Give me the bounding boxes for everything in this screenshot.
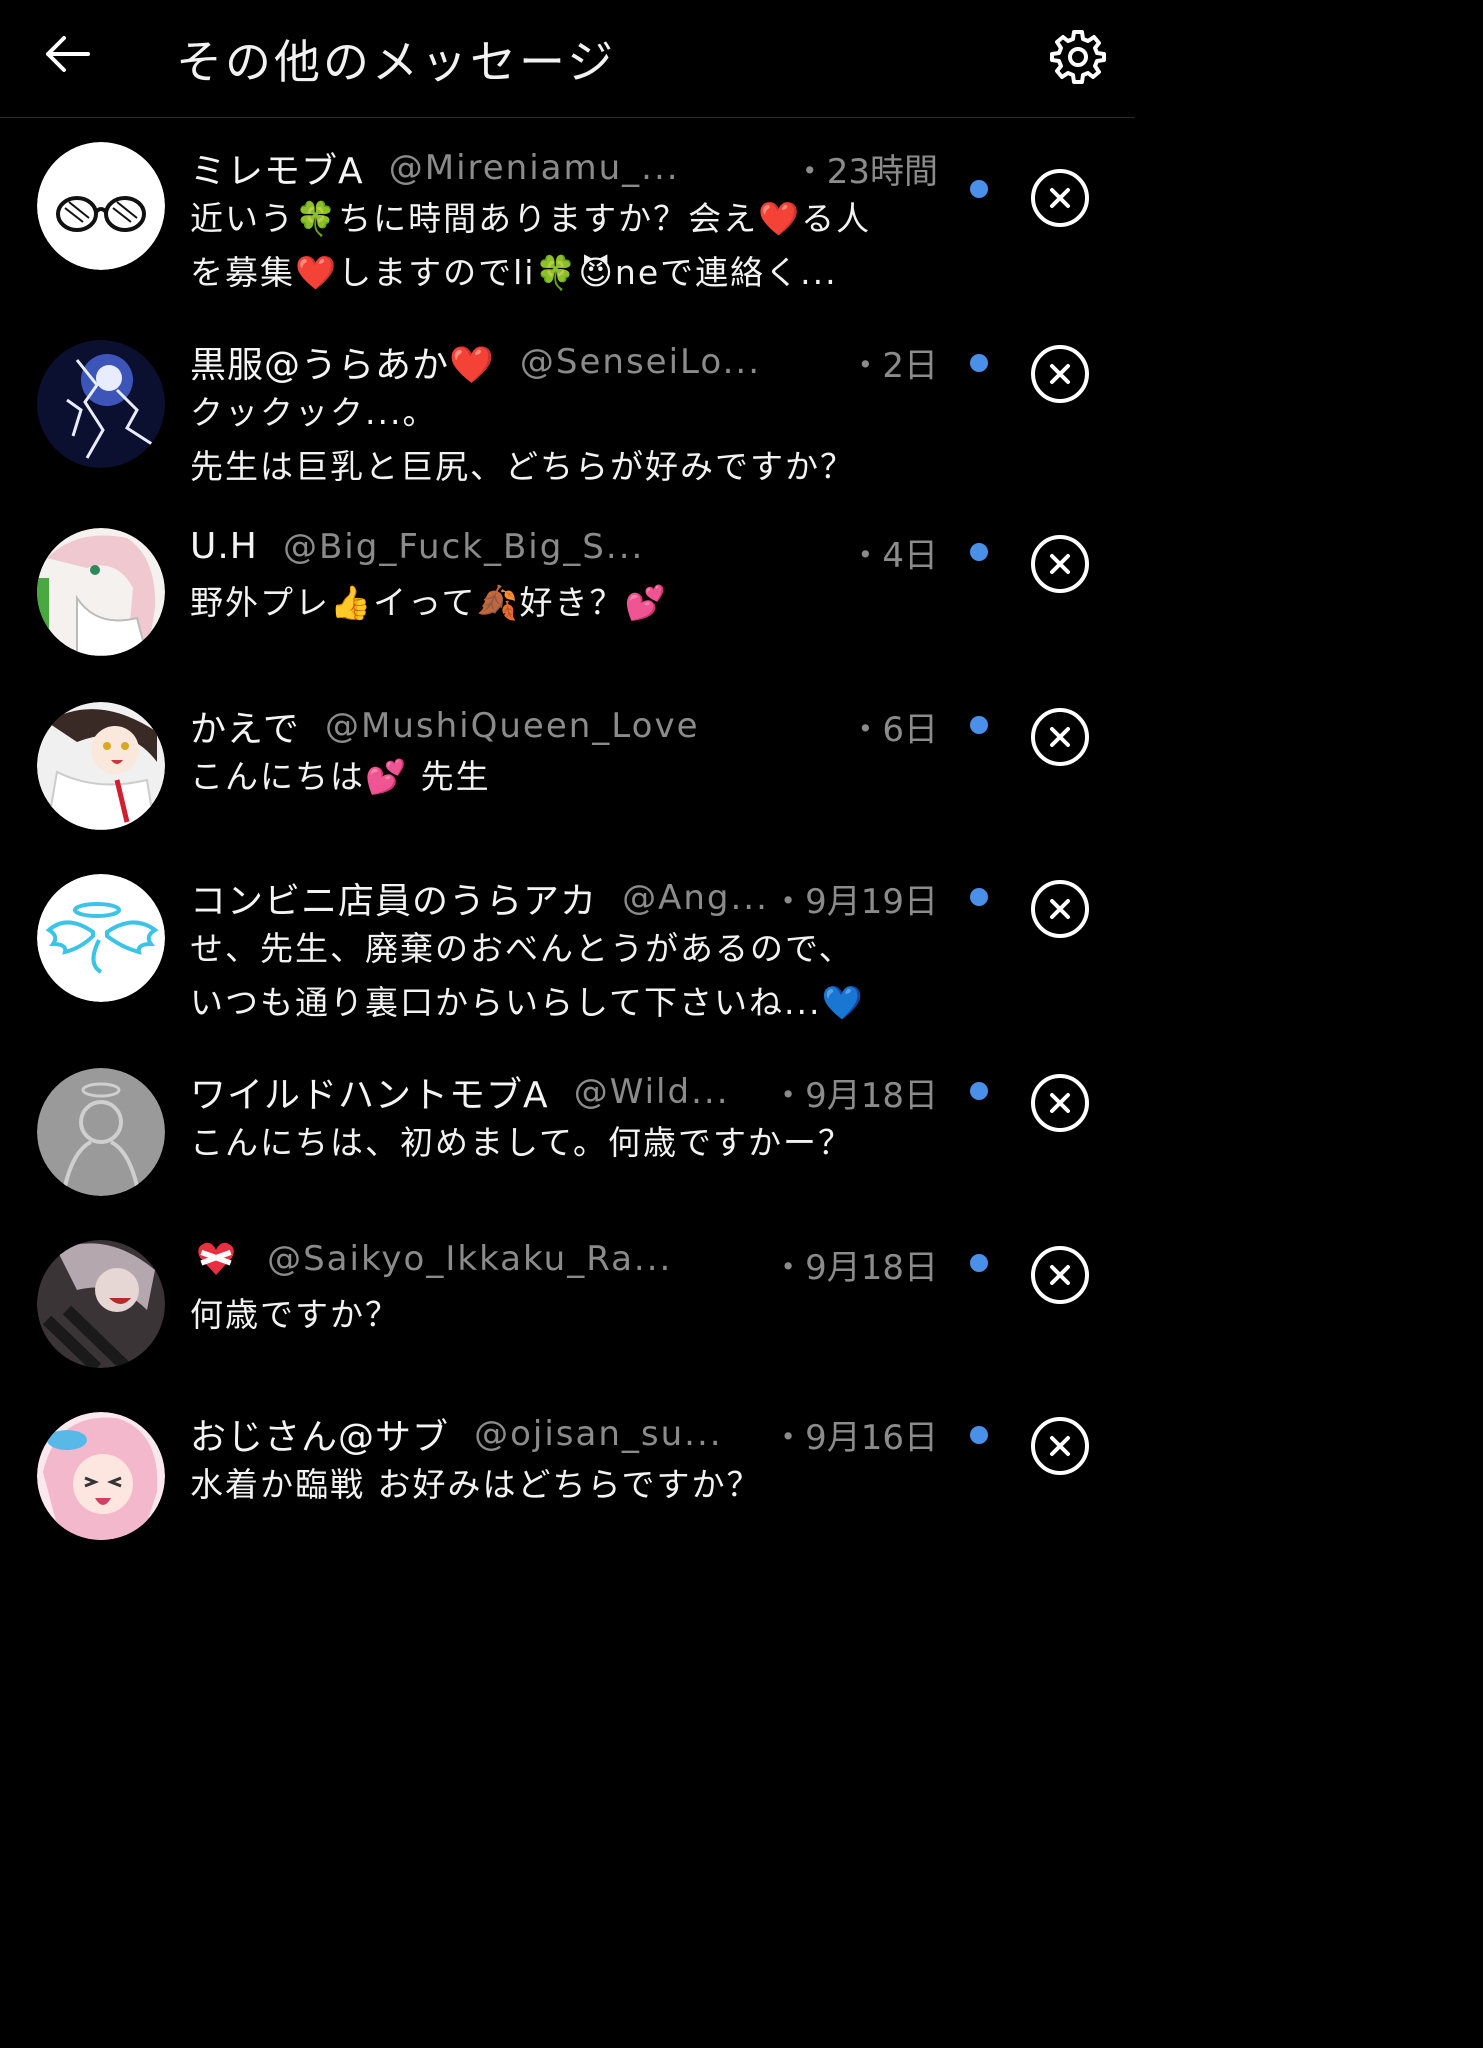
sender-name: かえで: [190, 709, 300, 750]
unread-dot: [970, 1426, 988, 1444]
anime-girl-avatar-icon: [37, 702, 165, 830]
message-time: ・9月18日: [765, 1240, 938, 1288]
glasses-avatar-icon: [37, 142, 165, 270]
close-circle-icon[interactable]: [1030, 1245, 1090, 1305]
unread-dot: [970, 180, 988, 198]
bandaged-heart-icon: [198, 1242, 234, 1275]
unread-dot: [970, 354, 988, 372]
message-time: ・4日: [842, 528, 938, 576]
message-preview-line: せ、先生、廃棄のおべんとうがあるので、: [190, 929, 854, 968]
sender-handle: @Wild...: [573, 1072, 730, 1112]
message-time: ・9月19日: [765, 874, 938, 922]
close-circle-icon[interactable]: [1030, 1416, 1090, 1476]
sender-handle: @Ang...: [622, 878, 769, 918]
anime-girl-avatar-icon: [37, 528, 165, 656]
message-preview-line: こんにちは、初めまして。何歳ですかー？: [190, 1123, 854, 1162]
sender-handle: @MushiQueen_Love: [325, 706, 700, 746]
message-time: ・2日: [842, 338, 938, 386]
avatar[interactable]: [37, 528, 165, 656]
message-preview-line: 何歳ですか？: [190, 1295, 400, 1334]
sender-name: おじさん@サブ: [190, 1417, 450, 1458]
anime-girl-avatar-icon: [37, 1412, 165, 1540]
sender-handle: @Big_Fuck_Big_S...: [282, 526, 645, 567]
sender-handle: @Mireniamu_...: [388, 148, 680, 188]
message-preview-line: 先生は巨乳と巨尻、どちらが好みですか？: [190, 447, 855, 486]
avatar[interactable]: [37, 1068, 165, 1196]
sender-name: ミレモブA: [190, 151, 364, 192]
avatar[interactable]: [37, 1240, 165, 1368]
sender-name: 黒服@うらあか❤️: [190, 345, 495, 386]
page-title: その他のメッセージ: [176, 35, 617, 89]
message-time: ・23時間: [786, 144, 938, 192]
sender-name: コンビニ店員のうらアカ: [190, 881, 598, 922]
anime-girl-avatar-icon: [37, 1240, 165, 1368]
unread-dot: [970, 888, 988, 906]
sender-name: ワイルドハントモブA: [190, 1075, 549, 1116]
close-circle-icon[interactable]: [1030, 344, 1090, 404]
avatar[interactable]: [37, 340, 165, 468]
lightning-avatar-icon: [37, 340, 165, 468]
sender-name: U.H: [190, 526, 258, 567]
settings-gear-icon[interactable]: [1050, 28, 1106, 84]
angel-wings-avatar-icon: [37, 874, 165, 1002]
message-preview-line: クックック...。: [190, 393, 438, 432]
unread-dot: [970, 716, 988, 734]
close-circle-icon[interactable]: [1030, 534, 1090, 594]
sender-handle: @ojisan_su...: [474, 1414, 723, 1454]
message-preview-line: 水着か臨戦 お好みはどちらですか？: [190, 1465, 762, 1504]
message-preview-line: 近いう🍀ちに時間ありますか？会え❤️る人: [190, 199, 872, 238]
unread-dot: [970, 1254, 988, 1272]
message-time: ・9月16日: [765, 1410, 938, 1458]
close-circle-icon[interactable]: [1030, 1073, 1090, 1133]
close-circle-icon[interactable]: [1030, 168, 1090, 228]
top-bar: その他のメッセージ: [0, 0, 1135, 118]
message-time: ・6日: [842, 702, 938, 750]
avatar[interactable]: [37, 1412, 165, 1540]
avatar[interactable]: [37, 142, 165, 270]
message-preview-line: こんにちは💕 先生: [190, 757, 491, 796]
message-preview-line: を募集❤️しますのでli🍀😈neで連絡く...: [190, 253, 838, 292]
close-circle-icon[interactable]: [1030, 707, 1090, 767]
unread-dot: [970, 543, 988, 561]
unread-dot: [970, 1082, 988, 1100]
message-preview-line: 野外プレ👍イって🍂好き？💕: [190, 583, 668, 622]
sender-handle: @SenseiLo...: [519, 342, 762, 382]
back-arrow-icon[interactable]: [40, 30, 92, 78]
avatar[interactable]: [37, 874, 165, 1002]
default-profile-avatar-icon: [37, 1068, 165, 1196]
message-preview-line: いつも通り裏口からいらして下さいね...💙: [190, 983, 865, 1022]
message-time: ・9月18日: [765, 1068, 938, 1116]
close-circle-icon[interactable]: [1030, 879, 1090, 939]
avatar[interactable]: [37, 702, 165, 830]
sender-handle: @Saikyo_Ikkaku_Ra...: [267, 1238, 673, 1279]
